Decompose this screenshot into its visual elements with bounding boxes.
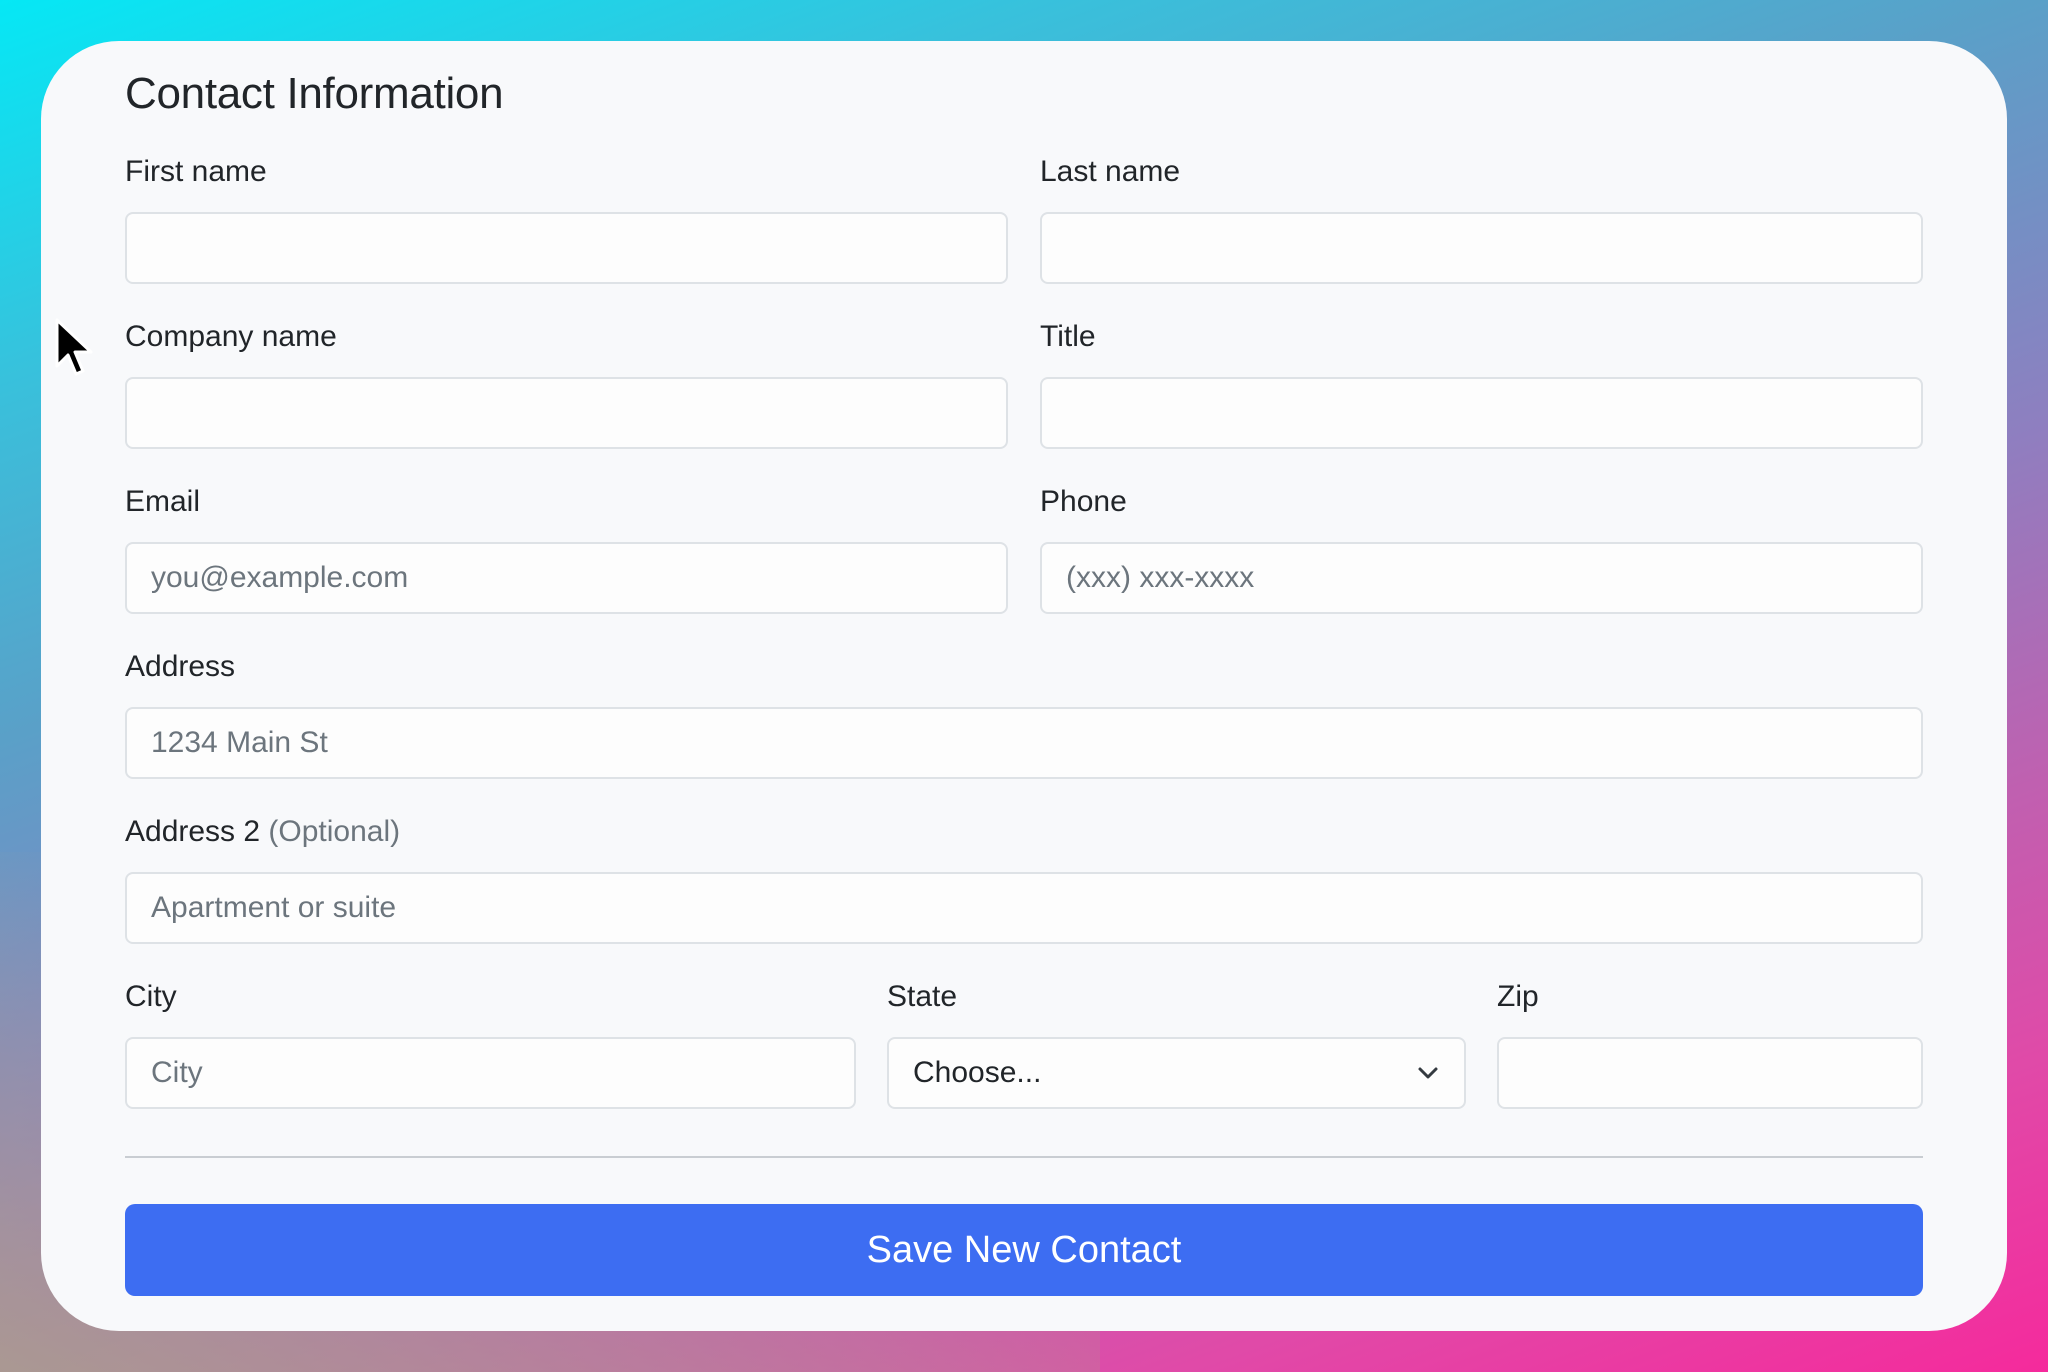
state-label: State [887, 980, 958, 1013]
first-name-input[interactable] [125, 212, 1008, 284]
zip-input[interactable] [1497, 1037, 1923, 1109]
title-label: Title [1040, 320, 1096, 353]
form-divider [125, 1156, 1923, 1158]
phone-label: Phone [1040, 485, 1127, 518]
email-label: Email [125, 485, 201, 518]
page-title: Contact Information [125, 69, 504, 118]
city-input[interactable] [125, 1037, 856, 1109]
state-selected-value: Choose... [913, 1056, 1042, 1089]
state-select[interactable]: Choose... [887, 1037, 1466, 1109]
city-label: City [125, 980, 177, 1013]
contact-form-card: Contact Information First name Last name… [41, 41, 2007, 1331]
email-input[interactable] [125, 542, 1008, 614]
save-new-contact-button[interactable]: Save New Contact [125, 1204, 1923, 1296]
mouse-pointer-icon [55, 318, 93, 376]
first-name-label: First name [125, 155, 267, 188]
company-name-label: Company name [125, 320, 337, 353]
last-name-label: Last name [1040, 155, 1181, 188]
zip-label: Zip [1497, 980, 1539, 1013]
address2-label: Address 2 (Optional) [125, 815, 400, 849]
company-name-input[interactable] [125, 377, 1008, 449]
address-label: Address [125, 650, 236, 683]
phone-input[interactable] [1040, 542, 1923, 614]
address2-input[interactable] [125, 872, 1923, 944]
address-input[interactable] [125, 707, 1923, 779]
chevron-down-icon [1418, 1067, 1438, 1079]
address2-label-text: Address 2 [125, 815, 261, 848]
title-input[interactable] [1040, 377, 1923, 449]
optional-note: (Optional) [268, 815, 401, 848]
last-name-input[interactable] [1040, 212, 1923, 284]
